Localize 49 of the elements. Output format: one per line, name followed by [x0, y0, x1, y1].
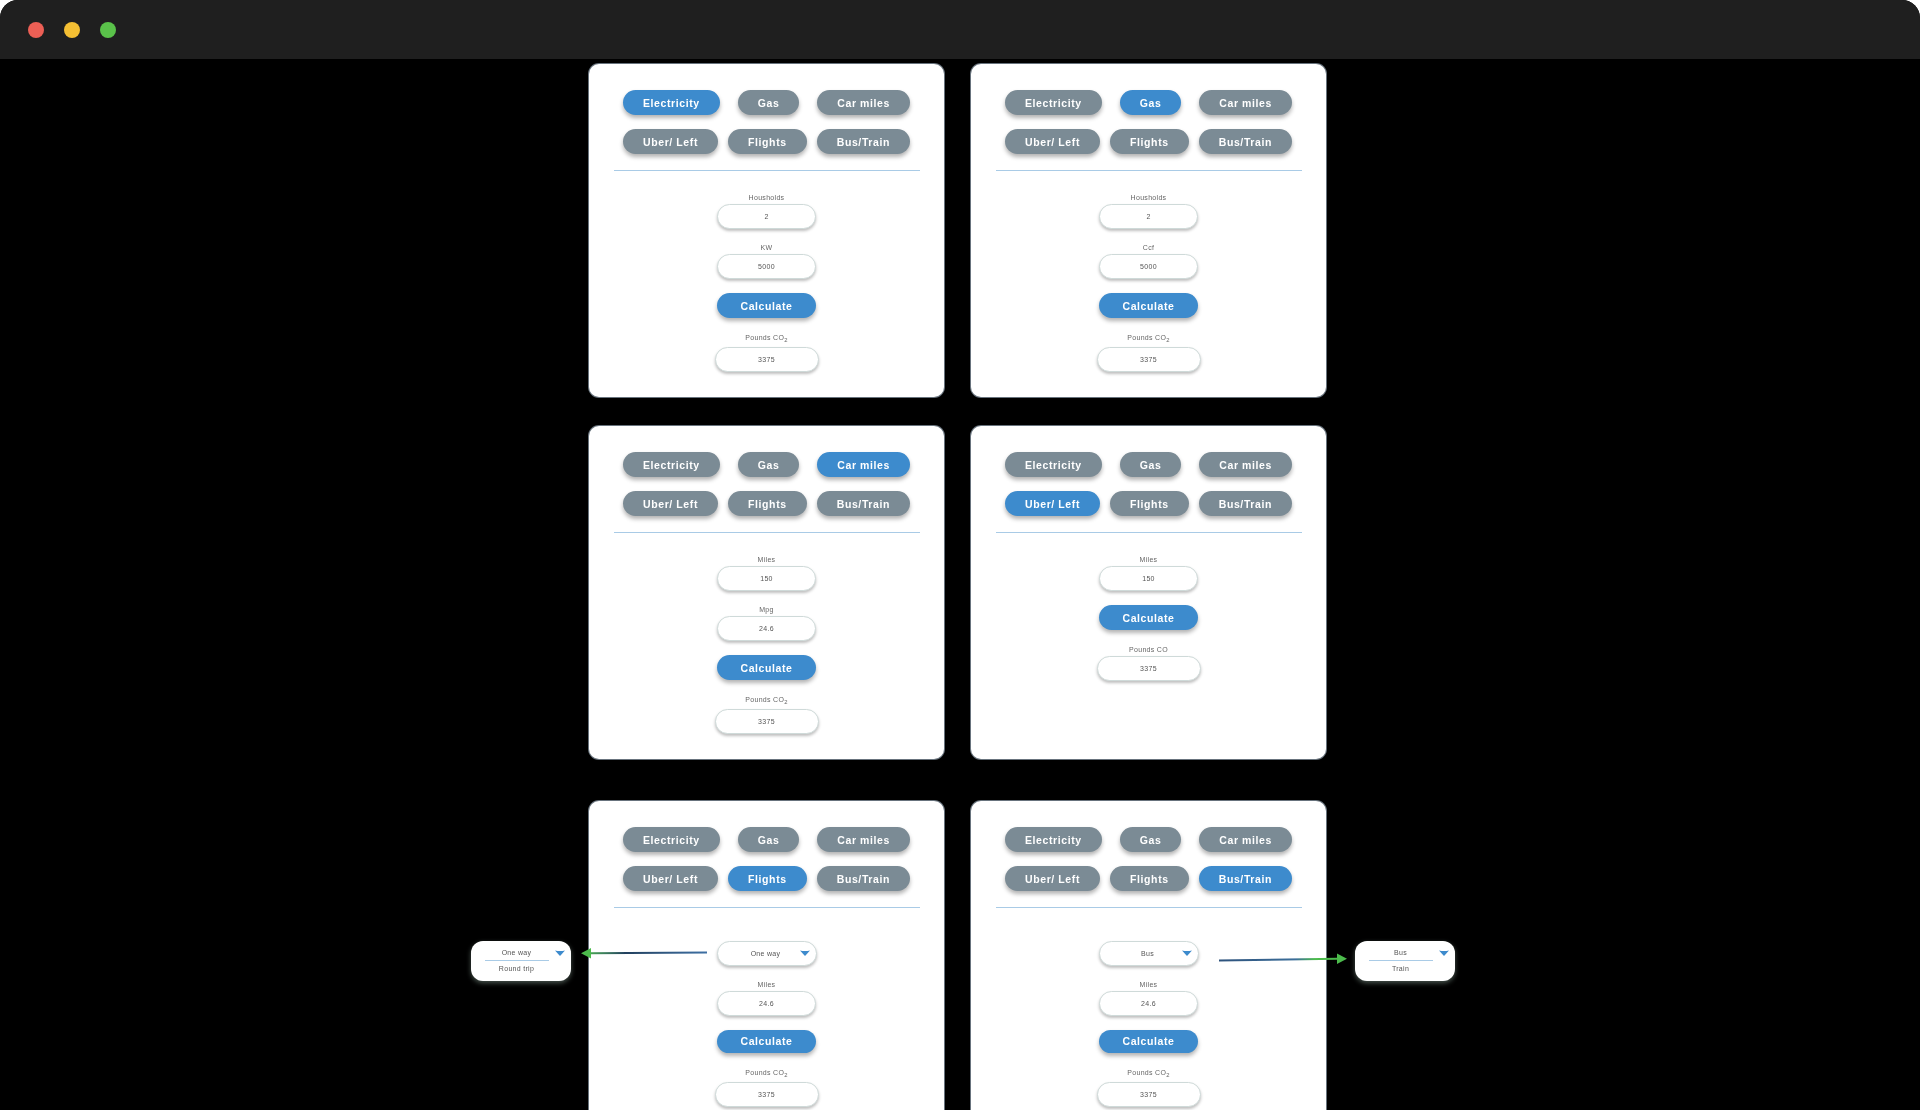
category-tab[interactable]: Uber/ Left — [1005, 866, 1100, 891]
calculate-button[interactable]: Calculate — [717, 655, 816, 680]
category-tab[interactable]: Gas — [737, 452, 800, 477]
category-tab[interactable]: Bus/Train — [1198, 866, 1292, 891]
category-tab[interactable]: Flights — [1110, 129, 1189, 154]
minimize-button[interactable] — [64, 21, 80, 38]
category-tab[interactable]: Gas — [1119, 90, 1182, 115]
category-tab[interactable]: Uber/ Left — [623, 129, 718, 154]
category-tab[interactable]: Gas — [1119, 827, 1182, 852]
category-tab[interactable]: Bus/Train — [816, 129, 910, 154]
category-tab[interactable]: Car miles — [1199, 90, 1292, 115]
category-tab[interactable]: Bus/Train — [816, 491, 910, 516]
close-button[interactable] — [28, 21, 44, 38]
category-tab[interactable]: Gas — [1119, 452, 1182, 477]
calculate-button[interactable]: Calculate — [1099, 1029, 1198, 1053]
category-tab[interactable]: Uber/ Left — [623, 866, 718, 891]
category-tab[interactable]: Electricity — [623, 827, 720, 852]
category-tab[interactable]: Flights — [728, 491, 807, 516]
category-tab[interactable]: Electricity — [1005, 90, 1102, 115]
category-tab[interactable]: Flights — [728, 129, 807, 154]
calculate-button[interactable]: Calculate — [717, 1029, 816, 1053]
zoom-button[interactable] — [100, 21, 116, 38]
category-tab[interactable]: Electricity — [623, 90, 720, 115]
category-tab[interactable]: Bus/Train — [816, 866, 910, 891]
category-tab[interactable]: Electricity — [1005, 452, 1102, 477]
category-tab[interactable]: Flights — [728, 866, 807, 891]
category-tab[interactable]: Bus/Train — [1198, 491, 1292, 516]
caret-icon — [1438, 949, 1449, 956]
category-tab[interactable]: Electricity — [623, 452, 720, 477]
category-tab[interactable]: Car miles — [817, 452, 910, 477]
category-tab[interactable]: Uber/ Left — [1005, 491, 1100, 516]
category-tab[interactable]: Car miles — [1199, 452, 1292, 477]
category-tab[interactable]: Uber/ Left — [1005, 129, 1100, 154]
category-tab[interactable]: Uber/ Left — [623, 491, 718, 516]
calculate-button[interactable]: Calculate — [1099, 293, 1198, 318]
category-tab[interactable]: Flights — [1110, 866, 1189, 891]
category-tab[interactable]: Car miles — [817, 827, 910, 852]
calculate-button[interactable]: Calculate — [717, 293, 816, 318]
caret-icon — [554, 949, 565, 956]
caret-icon — [799, 950, 810, 957]
caret-icon — [1181, 950, 1192, 957]
category-tab[interactable]: Flights — [1110, 491, 1189, 516]
category-tab[interactable]: Gas — [737, 827, 800, 852]
calculate-button[interactable]: Calculate — [1099, 605, 1198, 630]
category-tab[interactable]: Electricity — [1005, 827, 1102, 852]
category-tab[interactable]: Car miles — [1199, 827, 1292, 852]
category-tab[interactable]: Bus/Train — [1198, 129, 1292, 154]
category-tab[interactable]: Car miles — [817, 90, 910, 115]
category-tab[interactable]: Gas — [737, 90, 800, 115]
